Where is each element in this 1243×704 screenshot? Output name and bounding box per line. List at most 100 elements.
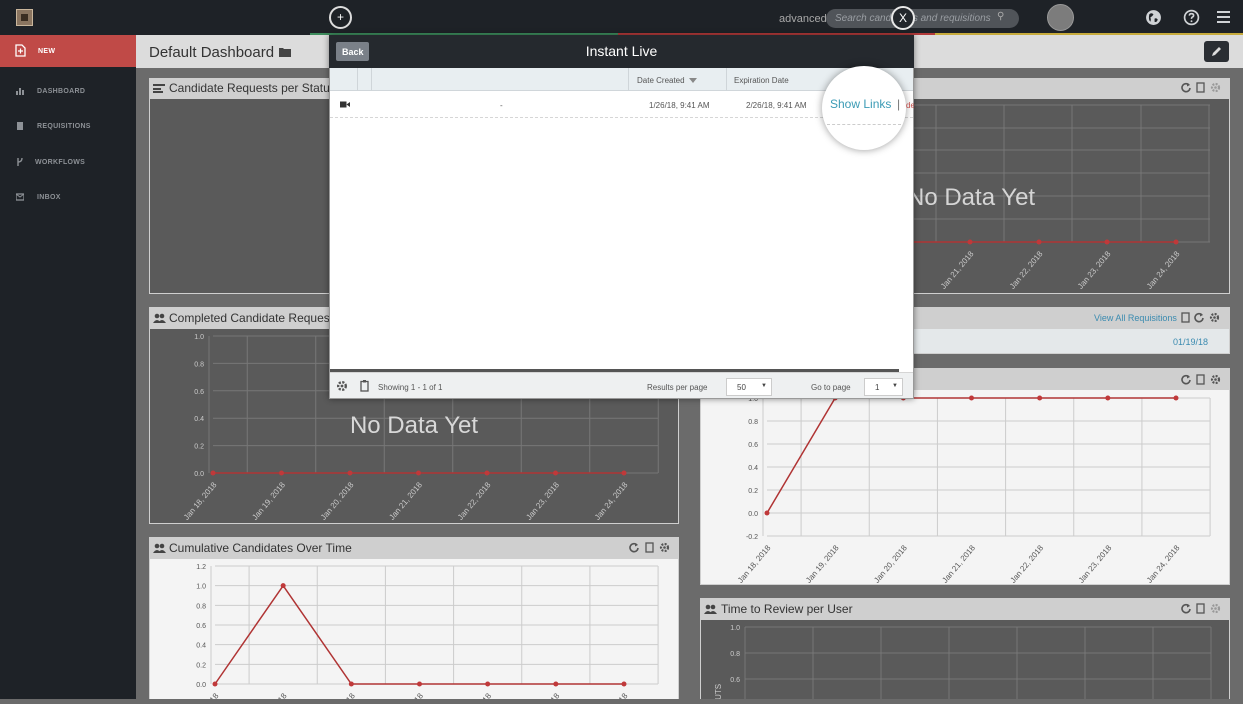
y-tick-label: 0.8 bbox=[194, 361, 204, 368]
results-per-page-value: 50 bbox=[737, 383, 746, 392]
row-date-created: 1/26/18, 9:41 AM bbox=[649, 101, 710, 110]
y-tick-label: 1.0 bbox=[196, 584, 206, 591]
clipboard-icon[interactable] bbox=[1181, 312, 1190, 323]
requisition-date[interactable]: 01/19/18 bbox=[1173, 337, 1208, 347]
clipboard-icon[interactable] bbox=[1196, 603, 1205, 614]
empty-chart-message: No Data Yet bbox=[350, 412, 478, 439]
data-point bbox=[416, 470, 421, 476]
y-tick-label: 0.4 bbox=[196, 643, 206, 650]
x-tick-label: Jan 18, 2018 bbox=[736, 543, 773, 584]
edit-dashboard-button[interactable] bbox=[1204, 41, 1229, 62]
x-tick-label: Jan 22, 2018 bbox=[1008, 249, 1045, 291]
show-links-link[interactable]: Show Links bbox=[830, 97, 891, 111]
chart-plot-area-right: Jan 21, 2018 Jan 22, 2018 Jan 23, 2018 Jan … bbox=[914, 99, 1229, 293]
gear-icon[interactable] bbox=[1210, 82, 1221, 93]
x-tick-label: Jan 22, 2018 bbox=[456, 480, 493, 522]
y-tick-label: 0.4 bbox=[194, 416, 204, 423]
advanced-search-link[interactable]: advanced bbox=[779, 13, 827, 25]
data-point bbox=[348, 681, 354, 687]
x-tick-label: Jan 24, 2018 bbox=[1145, 249, 1182, 291]
search-icon[interactable]: ⚲ bbox=[997, 11, 1004, 22]
column-divider bbox=[726, 68, 727, 91]
help-icon[interactable] bbox=[1183, 9, 1200, 26]
refresh-icon[interactable] bbox=[1194, 312, 1204, 323]
row-action-fragment[interactable]: de bbox=[906, 101, 914, 110]
column-divider bbox=[371, 68, 372, 91]
view-all-requisitions-link[interactable]: View All Requisitions bbox=[1094, 313, 1177, 323]
data-point bbox=[279, 470, 284, 476]
data-point bbox=[1105, 395, 1111, 401]
y-tick-label: 0.0 bbox=[748, 511, 758, 518]
gear-icon[interactable] bbox=[659, 542, 670, 553]
app-logo[interactable] bbox=[16, 9, 33, 26]
gear-icon[interactable] bbox=[336, 380, 348, 392]
data-point bbox=[621, 681, 627, 687]
go-to-page-select[interactable]: 1 ▼ bbox=[864, 378, 903, 396]
sidebar-item-label: INBOX bbox=[37, 194, 61, 201]
data-point bbox=[553, 681, 559, 687]
results-per-page-select[interactable]: 50 ▼ bbox=[726, 378, 772, 396]
x-tick-label: Jan 22, 2018 bbox=[1009, 543, 1046, 584]
data-point bbox=[1104, 239, 1110, 245]
widget-title: Time to Review per User bbox=[721, 602, 853, 616]
refresh-icon[interactable] bbox=[1181, 82, 1191, 93]
sidebar-item-requisitions[interactable]: REQUISITIONS bbox=[0, 115, 136, 137]
gear-icon[interactable] bbox=[1209, 312, 1220, 323]
pencil-icon bbox=[1212, 47, 1221, 56]
refresh-icon[interactable] bbox=[629, 542, 639, 553]
column-header-expiration-date[interactable]: Expiration Date bbox=[734, 76, 789, 85]
clipboard-icon[interactable] bbox=[1196, 82, 1205, 93]
y-tick-label: 0.2 bbox=[194, 444, 204, 451]
data-point bbox=[967, 239, 973, 245]
x-tick-label: Jan 23, 2018 bbox=[1076, 249, 1113, 291]
results-per-page-label: Results per page bbox=[647, 383, 708, 392]
data-point bbox=[1037, 395, 1043, 401]
data-point bbox=[485, 681, 491, 687]
chart-plot-area bbox=[150, 99, 329, 293]
data-point bbox=[280, 583, 286, 589]
sidebar-item-new[interactable]: NEW bbox=[0, 35, 136, 67]
widget-title: Completed Candidate Requests over Time bbox=[169, 311, 329, 325]
data-point bbox=[347, 470, 353, 476]
y-tick-label: 0.2 bbox=[748, 488, 758, 495]
clipboard-icon[interactable] bbox=[1196, 374, 1205, 385]
series-line bbox=[766, 397, 1176, 514]
globe-icon[interactable] bbox=[1145, 9, 1162, 26]
y-tick-label: -0.2 bbox=[746, 534, 758, 541]
sidebar-item-inbox[interactable]: INBOX bbox=[0, 186, 136, 208]
widget-actions bbox=[1181, 603, 1221, 615]
sidebar-item-dashboard[interactable]: DASHBOARD bbox=[0, 80, 136, 102]
refresh-icon[interactable] bbox=[1181, 374, 1191, 385]
data-point bbox=[212, 681, 218, 687]
x-tick-label: Jan 22, 2018 bbox=[457, 691, 494, 699]
sidebar-item-workflows[interactable]: WORKFLOWS bbox=[0, 151, 136, 173]
link-separator: | bbox=[897, 97, 901, 111]
gear-icon[interactable] bbox=[1210, 374, 1221, 385]
y-tick-label: 0.0 bbox=[196, 682, 206, 689]
close-modal-button[interactable]: X bbox=[891, 6, 915, 30]
widget-title: Candidate Requests per Status bbox=[169, 81, 336, 95]
y-tick-label: 0.0 bbox=[194, 471, 204, 478]
chevron-down-icon: ▼ bbox=[761, 383, 767, 389]
widget-actions bbox=[1181, 82, 1221, 94]
widget-actions bbox=[629, 542, 671, 554]
menu-icon[interactable] bbox=[1217, 11, 1230, 23]
users-icon bbox=[153, 543, 166, 553]
cumulative-chart: 1.2 1.0 0.8 0.6 0.4 0.2 0.0 Jan 18, 2018 Jan 19,… bbox=[184, 564, 659, 704]
gear-icon[interactable] bbox=[1210, 603, 1221, 614]
y-tick-label: 0.8 bbox=[730, 651, 740, 658]
refresh-icon[interactable] bbox=[1181, 603, 1191, 614]
new-document-icon bbox=[15, 44, 26, 57]
x-tick-label: Jan 23, 2018 bbox=[524, 480, 561, 522]
x-tick-label: Jan 20, 2018 bbox=[872, 543, 909, 584]
folder-icon[interactable] bbox=[279, 47, 291, 57]
user-avatar[interactable] bbox=[1047, 4, 1074, 31]
clipboard-icon[interactable] bbox=[645, 542, 654, 553]
data-point bbox=[484, 470, 490, 476]
column-header-date-created[interactable]: Date Created bbox=[637, 76, 685, 85]
back-button[interactable]: Back bbox=[336, 42, 369, 61]
clipboard-icon[interactable] bbox=[360, 380, 369, 392]
add-button[interactable]: + bbox=[329, 6, 352, 29]
search-input[interactable] bbox=[826, 9, 1019, 28]
sort-descending-icon[interactable] bbox=[689, 78, 697, 83]
